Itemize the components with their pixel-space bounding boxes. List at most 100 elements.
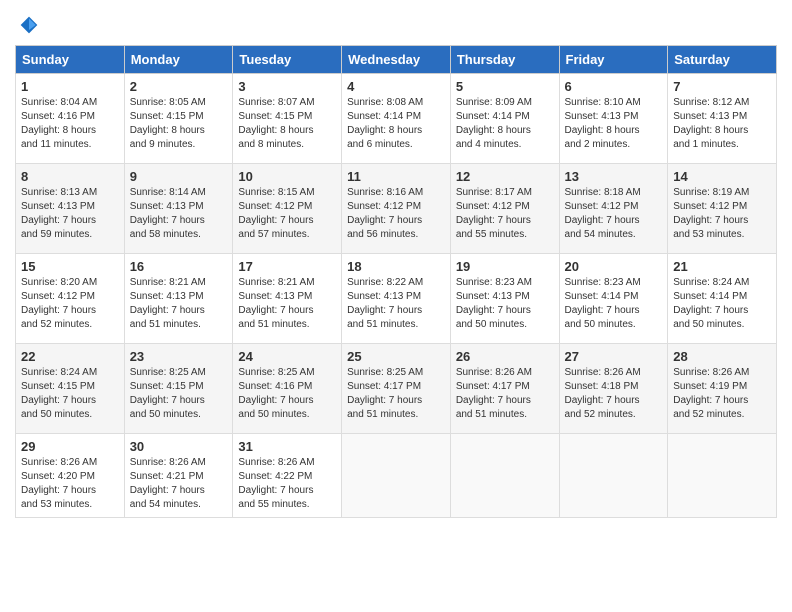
day-info: Sunrise: 8:23 AMSunset: 4:14 PMDaylight:… bbox=[565, 277, 641, 330]
day-info: Sunrise: 8:14 AMSunset: 4:13 PMDaylight:… bbox=[130, 187, 206, 240]
calendar-cell: 7 Sunrise: 8:12 AMSunset: 4:13 PMDayligh… bbox=[668, 74, 777, 164]
calendar-cell: 23 Sunrise: 8:25 AMSunset: 4:15 PMDaylig… bbox=[124, 344, 233, 434]
day-number: 17 bbox=[238, 259, 336, 274]
calendar-cell: 19 Sunrise: 8:23 AMSunset: 4:13 PMDaylig… bbox=[450, 254, 559, 344]
day-number: 5 bbox=[456, 79, 554, 94]
day-number: 20 bbox=[565, 259, 663, 274]
day-info: Sunrise: 8:26 AMSunset: 4:20 PMDaylight:… bbox=[21, 457, 97, 510]
calendar-cell: 24 Sunrise: 8:25 AMSunset: 4:16 PMDaylig… bbox=[233, 344, 342, 434]
day-info: Sunrise: 8:21 AMSunset: 4:13 PMDaylight:… bbox=[238, 277, 314, 330]
day-info: Sunrise: 8:04 AMSunset: 4:16 PMDaylight:… bbox=[21, 97, 97, 150]
day-number: 12 bbox=[456, 169, 554, 184]
day-number: 28 bbox=[673, 349, 771, 364]
day-number: 9 bbox=[130, 169, 228, 184]
calendar-cell: 25 Sunrise: 8:25 AMSunset: 4:17 PMDaylig… bbox=[342, 344, 451, 434]
day-number: 27 bbox=[565, 349, 663, 364]
day-info: Sunrise: 8:25 AMSunset: 4:17 PMDaylight:… bbox=[347, 367, 423, 420]
day-info: Sunrise: 8:25 AMSunset: 4:16 PMDaylight:… bbox=[238, 367, 314, 420]
day-number: 15 bbox=[21, 259, 119, 274]
day-header-sunday: Sunday bbox=[16, 46, 125, 74]
day-info: Sunrise: 8:20 AMSunset: 4:12 PMDaylight:… bbox=[21, 277, 97, 330]
day-number: 25 bbox=[347, 349, 445, 364]
day-number: 3 bbox=[238, 79, 336, 94]
day-number: 6 bbox=[565, 79, 663, 94]
day-info: Sunrise: 8:08 AMSunset: 4:14 PMDaylight:… bbox=[347, 97, 423, 150]
calendar-cell: 6 Sunrise: 8:10 AMSunset: 4:13 PMDayligh… bbox=[559, 74, 668, 164]
day-header-wednesday: Wednesday bbox=[342, 46, 451, 74]
calendar-cell bbox=[668, 434, 777, 518]
calendar-cell: 20 Sunrise: 8:23 AMSunset: 4:14 PMDaylig… bbox=[559, 254, 668, 344]
calendar-cell: 27 Sunrise: 8:26 AMSunset: 4:18 PMDaylig… bbox=[559, 344, 668, 434]
day-number: 7 bbox=[673, 79, 771, 94]
day-header-friday: Friday bbox=[559, 46, 668, 74]
day-info: Sunrise: 8:26 AMSunset: 4:19 PMDaylight:… bbox=[673, 367, 749, 420]
day-header-tuesday: Tuesday bbox=[233, 46, 342, 74]
day-number: 31 bbox=[238, 439, 336, 454]
day-info: Sunrise: 8:26 AMSunset: 4:22 PMDaylight:… bbox=[238, 457, 314, 510]
day-number: 30 bbox=[130, 439, 228, 454]
day-number: 23 bbox=[130, 349, 228, 364]
calendar-cell: 16 Sunrise: 8:21 AMSunset: 4:13 PMDaylig… bbox=[124, 254, 233, 344]
day-info: Sunrise: 8:21 AMSunset: 4:13 PMDaylight:… bbox=[130, 277, 206, 330]
day-number: 2 bbox=[130, 79, 228, 94]
day-number: 11 bbox=[347, 169, 445, 184]
day-info: Sunrise: 8:26 AMSunset: 4:21 PMDaylight:… bbox=[130, 457, 206, 510]
calendar-week-2: 8 Sunrise: 8:13 AMSunset: 4:13 PMDayligh… bbox=[16, 164, 777, 254]
calendar-cell: 2 Sunrise: 8:05 AMSunset: 4:15 PMDayligh… bbox=[124, 74, 233, 164]
day-info: Sunrise: 8:17 AMSunset: 4:12 PMDaylight:… bbox=[456, 187, 532, 240]
day-number: 10 bbox=[238, 169, 336, 184]
day-number: 8 bbox=[21, 169, 119, 184]
calendar-cell: 17 Sunrise: 8:21 AMSunset: 4:13 PMDaylig… bbox=[233, 254, 342, 344]
calendar-cell: 8 Sunrise: 8:13 AMSunset: 4:13 PMDayligh… bbox=[16, 164, 125, 254]
calendar-cell bbox=[450, 434, 559, 518]
day-number: 4 bbox=[347, 79, 445, 94]
day-info: Sunrise: 8:24 AMSunset: 4:14 PMDaylight:… bbox=[673, 277, 749, 330]
calendar-cell: 30 Sunrise: 8:26 AMSunset: 4:21 PMDaylig… bbox=[124, 434, 233, 518]
day-header-thursday: Thursday bbox=[450, 46, 559, 74]
calendar-cell: 26 Sunrise: 8:26 AMSunset: 4:17 PMDaylig… bbox=[450, 344, 559, 434]
calendar-week-4: 22 Sunrise: 8:24 AMSunset: 4:15 PMDaylig… bbox=[16, 344, 777, 434]
day-number: 19 bbox=[456, 259, 554, 274]
day-number: 22 bbox=[21, 349, 119, 364]
calendar-week-5: 29 Sunrise: 8:26 AMSunset: 4:20 PMDaylig… bbox=[16, 434, 777, 518]
calendar-cell: 1 Sunrise: 8:04 AMSunset: 4:16 PMDayligh… bbox=[16, 74, 125, 164]
day-info: Sunrise: 8:22 AMSunset: 4:13 PMDaylight:… bbox=[347, 277, 423, 330]
calendar-cell: 18 Sunrise: 8:22 AMSunset: 4:13 PMDaylig… bbox=[342, 254, 451, 344]
calendar-cell: 21 Sunrise: 8:24 AMSunset: 4:14 PMDaylig… bbox=[668, 254, 777, 344]
calendar-week-1: 1 Sunrise: 8:04 AMSunset: 4:16 PMDayligh… bbox=[16, 74, 777, 164]
calendar-cell: 3 Sunrise: 8:07 AMSunset: 4:15 PMDayligh… bbox=[233, 74, 342, 164]
calendar-cell: 29 Sunrise: 8:26 AMSunset: 4:20 PMDaylig… bbox=[16, 434, 125, 518]
calendar-cell: 12 Sunrise: 8:17 AMSunset: 4:12 PMDaylig… bbox=[450, 164, 559, 254]
page-header bbox=[15, 15, 777, 35]
calendar-week-3: 15 Sunrise: 8:20 AMSunset: 4:12 PMDaylig… bbox=[16, 254, 777, 344]
calendar-cell: 15 Sunrise: 8:20 AMSunset: 4:12 PMDaylig… bbox=[16, 254, 125, 344]
logo bbox=[15, 15, 39, 35]
calendar-cell: 4 Sunrise: 8:08 AMSunset: 4:14 PMDayligh… bbox=[342, 74, 451, 164]
day-info: Sunrise: 8:23 AMSunset: 4:13 PMDaylight:… bbox=[456, 277, 532, 330]
calendar-cell: 11 Sunrise: 8:16 AMSunset: 4:12 PMDaylig… bbox=[342, 164, 451, 254]
day-info: Sunrise: 8:19 AMSunset: 4:12 PMDaylight:… bbox=[673, 187, 749, 240]
calendar-cell: 14 Sunrise: 8:19 AMSunset: 4:12 PMDaylig… bbox=[668, 164, 777, 254]
day-info: Sunrise: 8:05 AMSunset: 4:15 PMDaylight:… bbox=[130, 97, 206, 150]
day-info: Sunrise: 8:12 AMSunset: 4:13 PMDaylight:… bbox=[673, 97, 749, 150]
calendar-cell: 10 Sunrise: 8:15 AMSunset: 4:12 PMDaylig… bbox=[233, 164, 342, 254]
day-number: 24 bbox=[238, 349, 336, 364]
day-info: Sunrise: 8:26 AMSunset: 4:18 PMDaylight:… bbox=[565, 367, 641, 420]
day-info: Sunrise: 8:16 AMSunset: 4:12 PMDaylight:… bbox=[347, 187, 423, 240]
calendar-cell: 13 Sunrise: 8:18 AMSunset: 4:12 PMDaylig… bbox=[559, 164, 668, 254]
day-number: 1 bbox=[21, 79, 119, 94]
calendar-cell: 31 Sunrise: 8:26 AMSunset: 4:22 PMDaylig… bbox=[233, 434, 342, 518]
calendar-cell bbox=[559, 434, 668, 518]
day-number: 21 bbox=[673, 259, 771, 274]
day-header-saturday: Saturday bbox=[668, 46, 777, 74]
logo-icon bbox=[19, 15, 39, 35]
calendar-header-row: SundayMondayTuesdayWednesdayThursdayFrid… bbox=[16, 46, 777, 74]
day-info: Sunrise: 8:13 AMSunset: 4:13 PMDaylight:… bbox=[21, 187, 97, 240]
day-number: 16 bbox=[130, 259, 228, 274]
day-info: Sunrise: 8:26 AMSunset: 4:17 PMDaylight:… bbox=[456, 367, 532, 420]
calendar-cell: 5 Sunrise: 8:09 AMSunset: 4:14 PMDayligh… bbox=[450, 74, 559, 164]
calendar-table: SundayMondayTuesdayWednesdayThursdayFrid… bbox=[15, 45, 777, 518]
day-header-monday: Monday bbox=[124, 46, 233, 74]
day-number: 26 bbox=[456, 349, 554, 364]
day-number: 14 bbox=[673, 169, 771, 184]
